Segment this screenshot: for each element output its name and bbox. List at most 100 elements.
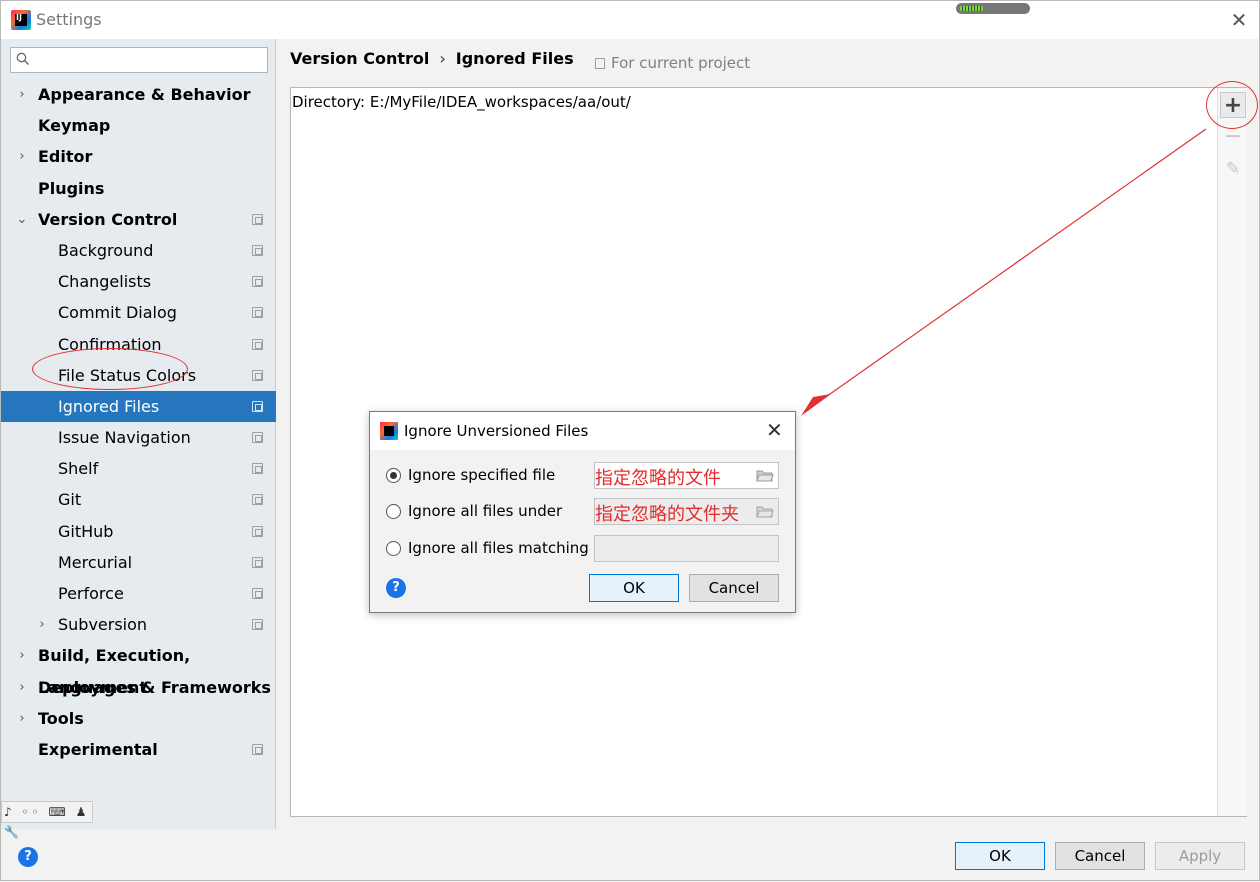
chevron-right-icon[interactable]: › bbox=[16, 672, 28, 703]
sidebar-item[interactable]: › Languages & Frameworks bbox=[1, 672, 276, 703]
memory-indicator[interactable] bbox=[956, 3, 1030, 14]
intellij-logo-icon bbox=[380, 422, 398, 440]
project-scope-icon bbox=[252, 494, 263, 506]
sidebar-item-label: Git bbox=[58, 490, 82, 510]
remove-icon[interactable]: − bbox=[1220, 124, 1246, 150]
chevron-right-icon[interactable]: › bbox=[16, 703, 28, 734]
add-icon[interactable]: + bbox=[1220, 92, 1246, 118]
list-toolbar: + − ✎ bbox=[1217, 88, 1247, 816]
specified-file-field[interactable]: 指定忽略的文件 bbox=[594, 462, 779, 489]
sidebar-item[interactable]: › Editor bbox=[1, 141, 276, 172]
sidebar-item-label: Appearance & Behavior bbox=[38, 85, 251, 104]
settings-sidebar: › Appearance & Behavior Keymap › Editor Plugi… bbox=[1, 39, 276, 839]
breadcrumb-parent[interactable]: Version Control bbox=[290, 49, 429, 68]
project-scope-icon bbox=[252, 213, 263, 225]
sidebar-item[interactable]: Issue Navigation bbox=[1, 422, 276, 453]
project-scope-icon bbox=[252, 743, 263, 755]
breadcrumb-current: Ignored Files bbox=[455, 49, 574, 68]
chevron-right-icon[interactable]: › bbox=[16, 141, 28, 172]
files-under-field[interactable]: 指定忽略的文件夹 bbox=[594, 498, 779, 525]
radio-specified-file[interactable] bbox=[386, 468, 401, 483]
sidebar-item-label: Languages & Frameworks bbox=[38, 677, 271, 697]
option-files-under[interactable]: Ignore all files under bbox=[386, 498, 562, 524]
project-scope-icon bbox=[252, 369, 263, 381]
sidebar-item[interactable]: Shelf bbox=[1, 453, 276, 484]
option-label: Ignore specified file bbox=[408, 466, 556, 484]
sidebar-item[interactable]: Keymap bbox=[1, 110, 276, 141]
sidebar-item-label: Issue Navigation bbox=[58, 428, 191, 448]
sidebar-item-label: Subversion bbox=[58, 615, 148, 635]
sidebar-item[interactable]: ⌄ Version Control bbox=[1, 204, 276, 235]
project-scope-icon bbox=[252, 463, 263, 475]
dialog-help-icon[interactable]: ? bbox=[386, 578, 406, 598]
project-scope-icon bbox=[252, 307, 263, 319]
sidebar-item[interactable]: Perforce bbox=[1, 578, 276, 609]
help-icon[interactable]: ? bbox=[18, 847, 38, 867]
window-title: Settings bbox=[36, 10, 102, 29]
sidebar-item-label: Tools bbox=[38, 708, 84, 728]
ok-button[interactable]: OK bbox=[955, 842, 1045, 870]
dialog-title: Ignore Unversioned Files bbox=[404, 422, 589, 440]
sidebar-item-label: File Status Colors bbox=[58, 365, 197, 385]
sidebar-item[interactable]: Experimental bbox=[1, 734, 276, 765]
bottom-tool-icons[interactable]: ♪ ◦◦ ⌨ ♟ 🔧 bbox=[1, 801, 93, 839]
sidebar-item[interactable]: Git bbox=[1, 484, 276, 515]
chevron-right-icon[interactable]: › bbox=[16, 640, 28, 671]
option-label: Ignore all files under bbox=[408, 502, 563, 520]
sidebar-item-label: Perforce bbox=[58, 584, 124, 603]
settings-window: IJ Settings ✕ › Appearance & Behavior Keym… bbox=[0, 0, 1260, 881]
radio-files-under[interactable] bbox=[386, 504, 401, 519]
edit-icon[interactable]: ✎ bbox=[1220, 156, 1246, 182]
project-scope-icon bbox=[595, 58, 605, 69]
sidebar-item-label: Commit Dialog bbox=[58, 303, 177, 323]
files-matching-field[interactable] bbox=[594, 535, 779, 562]
dialog-close-icon[interactable]: ✕ bbox=[766, 420, 783, 440]
dialog-cancel-button[interactable]: Cancel bbox=[689, 574, 779, 602]
sidebar-item-label: Background bbox=[58, 240, 154, 260]
dialog-ok-button[interactable]: OK bbox=[589, 574, 679, 602]
sidebar-item[interactable]: › Subversion bbox=[1, 609, 276, 640]
memory-indicator-fill bbox=[960, 6, 983, 11]
window-close-icon[interactable]: ✕ bbox=[1229, 10, 1249, 30]
apply-button[interactable]: Apply bbox=[1155, 842, 1245, 870]
field-value: 指定忽略的文件夹 bbox=[595, 504, 739, 525]
sidebar-item[interactable]: › Appearance & Behavior bbox=[1, 79, 276, 110]
radio-files-matching[interactable] bbox=[386, 541, 401, 556]
sidebar-item[interactable]: File Status Colors bbox=[1, 360, 276, 391]
sidebar-item-label: Shelf bbox=[58, 459, 99, 479]
sidebar-item[interactable]: Background bbox=[1, 235, 276, 266]
sidebar-item[interactable]: Confirmation bbox=[1, 329, 276, 360]
folder-open-icon[interactable] bbox=[756, 505, 774, 518]
search-input[interactable] bbox=[10, 47, 268, 73]
dialog-title-bar: Ignore Unversioned Files ✕ bbox=[370, 412, 795, 450]
option-files-matching[interactable]: Ignore all files matching bbox=[386, 535, 589, 561]
project-scope-icon bbox=[252, 400, 263, 412]
ignored-entry[interactable]: Directory: E:/MyFile/IDEA_workspaces/aa/… bbox=[292, 93, 631, 111]
project-scope-icon bbox=[252, 338, 263, 350]
settings-tree: › Appearance & Behavior Keymap › Editor Plugi… bbox=[1, 79, 276, 765]
sidebar-item[interactable]: › Tools bbox=[1, 703, 276, 734]
project-scope-icon bbox=[252, 588, 263, 599]
folder-open-icon[interactable] bbox=[756, 469, 774, 482]
sidebar-item[interactable]: Mercurial bbox=[1, 547, 276, 578]
sidebar-item-label: Mercurial bbox=[58, 552, 133, 572]
sidebar-item-label: Changelists bbox=[58, 272, 152, 292]
project-scope-icon bbox=[252, 276, 263, 288]
sidebar-item-label: Ignored Files bbox=[58, 396, 160, 416]
chevron-right-icon[interactable]: › bbox=[16, 79, 28, 110]
sidebar-item[interactable]: GitHub bbox=[1, 516, 276, 547]
option-specified-file[interactable]: Ignore specified file bbox=[386, 462, 555, 488]
sidebar-item[interactable]: Ignored Files bbox=[1, 390, 276, 423]
sidebar-item[interactable]: Commit Dialog bbox=[1, 297, 276, 328]
sidebar-item[interactable]: Plugins bbox=[1, 173, 276, 204]
chevron-down-icon[interactable]: ⌄ bbox=[16, 204, 28, 235]
intellij-logo-icon: IJ bbox=[11, 10, 31, 30]
cancel-button[interactable]: Cancel bbox=[1055, 842, 1145, 870]
sidebar-item[interactable]: › Build, Execution, Deployment bbox=[1, 640, 276, 696]
project-scope-icon bbox=[252, 556, 263, 568]
chevron-right-icon[interactable]: › bbox=[36, 609, 48, 640]
search-icon bbox=[16, 52, 30, 66]
sidebar-item[interactable]: Changelists bbox=[1, 266, 276, 297]
project-scope-icon bbox=[252, 525, 263, 537]
sidebar-item-label: GitHub bbox=[58, 521, 114, 541]
